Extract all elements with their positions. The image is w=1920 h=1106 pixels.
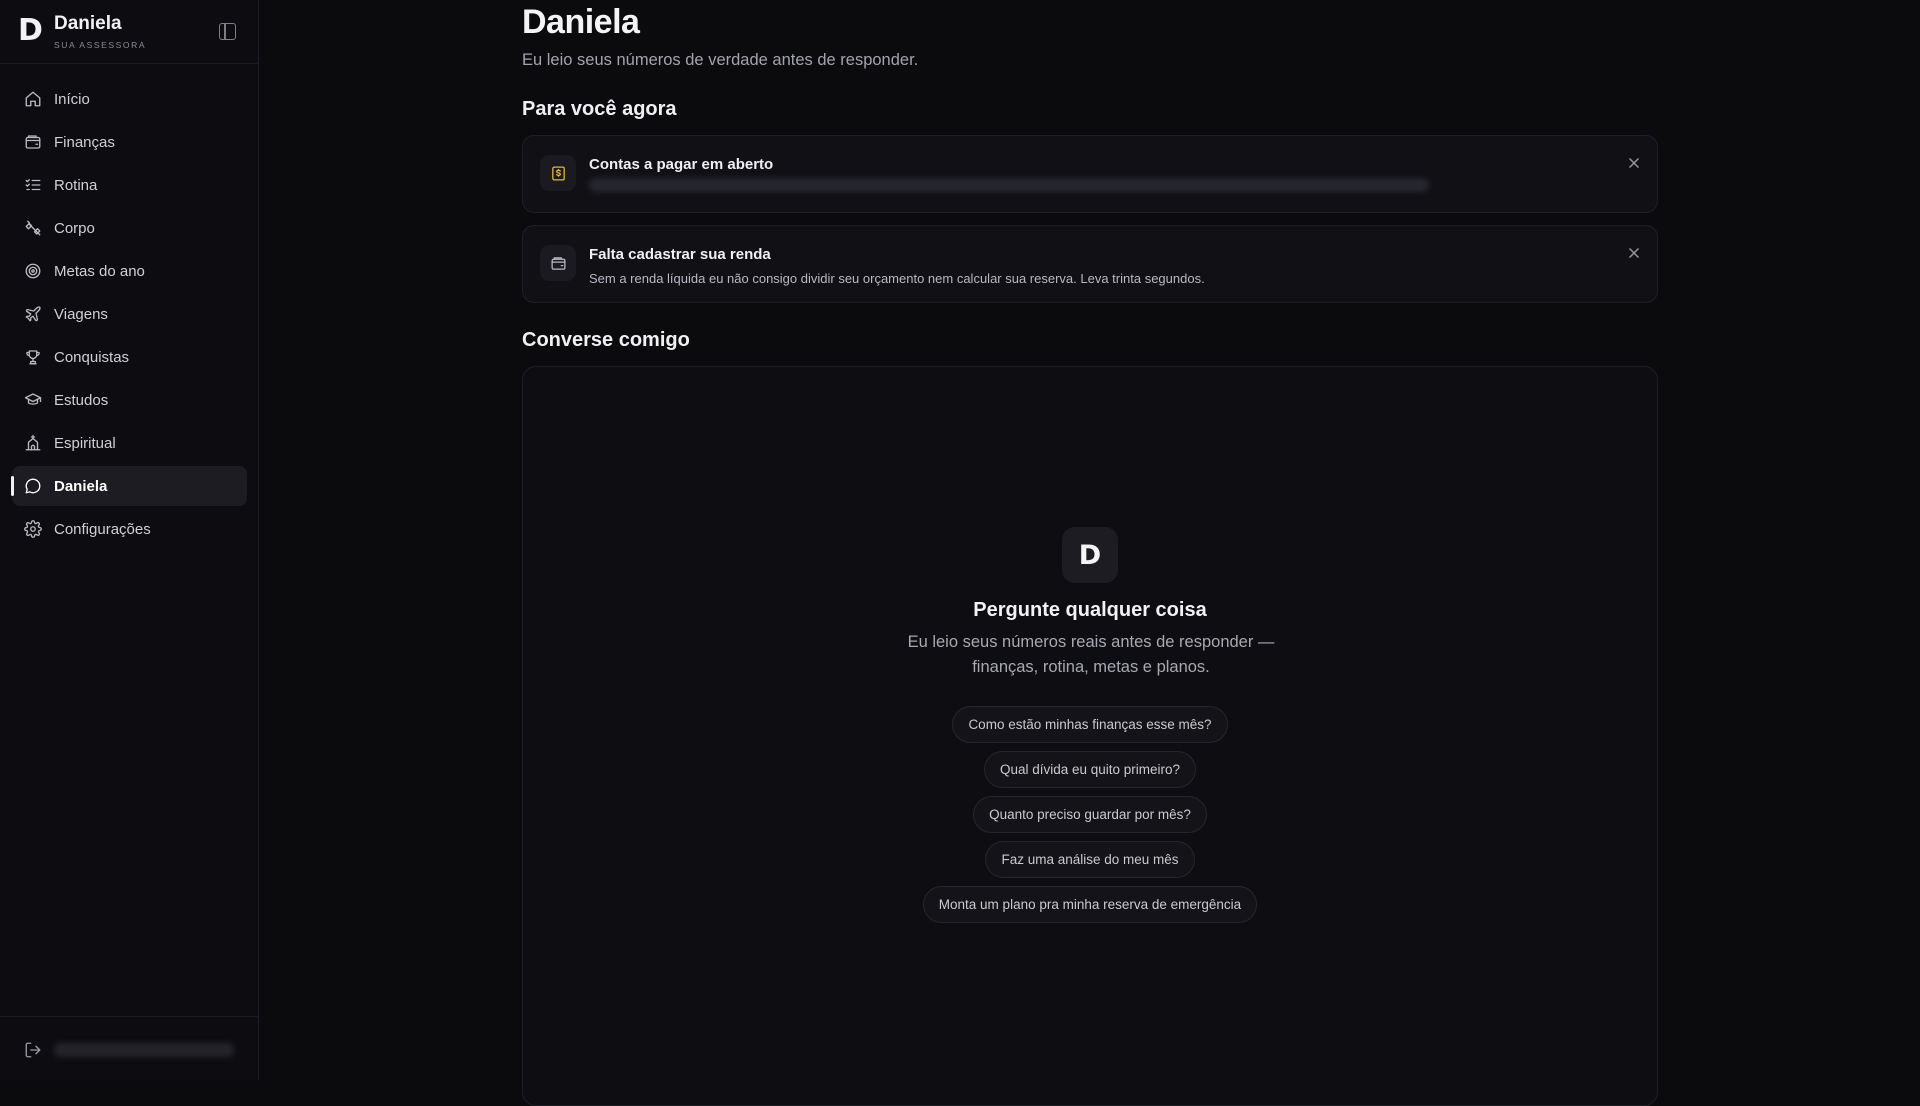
church-icon [24,434,42,452]
assistant-avatar: D [1062,527,1118,583]
close-icon[interactable] [1627,246,1641,260]
sidebar-item-label: Viagens [54,305,108,323]
brand-header: D Daniela SUA ASSESSORA [0,0,258,64]
sidebar-item-label: Metas do ano [54,262,145,280]
suggestion-chip[interactable]: Monta um plano pra minha reserva de emer… [922,886,1258,923]
graduation-cap-icon [24,391,42,409]
wallet-icon [24,133,42,151]
card-bills-open[interactable]: Contas a pagar em aberto [522,135,1658,213]
chat-empty-heading: Pergunte qualquer coisa [973,599,1207,621]
card-text-redacted [589,178,1429,192]
section-title-for-you: Para você agora [522,98,677,120]
sidebar-item-label: Início [54,90,90,108]
sidebar-item-estudos[interactable]: Estudos [12,380,247,420]
sidebar-item-configuracoes[interactable]: Configurações [12,509,247,549]
sidebar-item-espiritual[interactable]: Espiritual [12,423,247,463]
sidebar: D Daniela SUA ASSESSORA Início Finanças … [0,0,259,1080]
sidebar-item-conquistas[interactable]: Conquistas [12,337,247,377]
brand-name: Daniela [54,13,122,34]
sidebar-item-label: Conquistas [54,348,130,366]
sidebar-item-label: Daniela [54,477,108,495]
target-icon [24,262,42,280]
sidebar-item-label: Rotina [54,176,98,194]
user-email-redacted [54,1043,234,1057]
page-title: Daniela [522,3,640,41]
sidebar-item-inicio[interactable]: Início [12,79,247,119]
home-icon [24,90,42,108]
sidebar-collapse-icon[interactable] [219,23,236,40]
card-income-missing[interactable]: Falta cadastrar sua renda Sem a renda lí… [522,225,1658,303]
list-check-icon [24,176,42,194]
sidebar-item-rotina[interactable]: Rotina [12,165,247,205]
sidebar-item-label: Corpo [54,219,95,237]
suggestion-chip[interactable]: Faz uma análise do meu mês [985,841,1195,878]
suggestion-chip[interactable]: Quanto preciso guardar por mês? [973,796,1207,833]
sidebar-item-label: Configurações [54,520,151,538]
suggestion-chip[interactable]: Qual dívida eu quito primeiro? [983,751,1197,788]
dumbbell-icon [24,219,42,237]
chat-panel: D Pergunte qualquer coisa Eu leio seus n… [522,366,1658,1106]
suggestion-chip[interactable]: Como estão minhas finanças esse mês? [952,706,1228,743]
close-icon[interactable] [1627,156,1641,170]
sidebar-item-label: Estudos [54,391,109,409]
card-title: Falta cadastrar sua renda [589,246,771,263]
sidebar-item-metas[interactable]: Metas do ano [12,251,247,291]
brand-logo: D [18,13,43,48]
chat-empty-description: Eu leio seus números reais antes de resp… [907,633,1275,676]
sidebar-item-corpo[interactable]: Corpo [12,208,247,248]
chat-bubble-icon [24,477,42,495]
page-subtitle: Eu leio seus números de verdade antes de… [522,51,919,69]
sidebar-footer [0,1016,259,1080]
suggestion-list: Como estão minhas finanças esse mês? Qua… [523,706,1657,923]
receipt-dollar-icon [540,155,576,191]
gear-icon [24,520,42,538]
sidebar-item-label: Espiritual [54,434,116,452]
trophy-icon [24,348,42,366]
sidebar-nav: Início Finanças Rotina Corpo Metas do an… [11,79,247,552]
section-title-chat: Converse comigo [522,329,690,351]
card-text: Sem a renda líquida eu não consigo divid… [589,271,1205,286]
wallet-icon [540,245,576,281]
sidebar-item-label: Finanças [54,133,115,151]
brand-subtitle: SUA ASSESSORA [54,40,147,50]
plane-icon [24,305,42,323]
sidebar-item-viagens[interactable]: Viagens [12,294,247,334]
card-title: Contas a pagar em aberto [589,156,774,173]
sidebar-item-financas[interactable]: Finanças [12,122,247,162]
sidebar-item-daniela[interactable]: Daniela [11,466,247,506]
logout-icon[interactable] [24,1041,42,1059]
